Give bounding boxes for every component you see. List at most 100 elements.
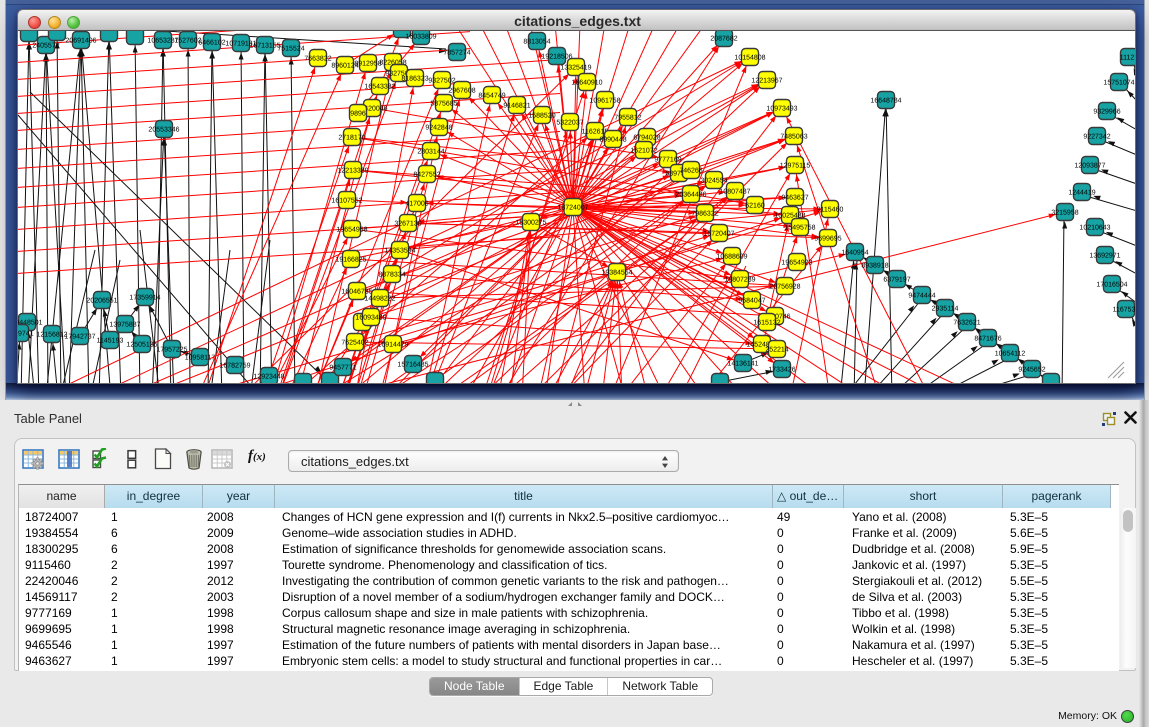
svg-text:2087682: 2087682 — [710, 36, 737, 43]
svg-text:16713155: 16713155 — [249, 43, 280, 50]
svg-text:10654112: 10654112 — [995, 350, 1026, 357]
svg-text:10688609: 10688609 — [716, 253, 747, 260]
svg-text:2718170: 2718170 — [338, 134, 365, 141]
svg-text:13692971: 13692971 — [1089, 252, 1120, 259]
svg-text:12156812: 12156812 — [36, 331, 67, 338]
svg-text:16093489: 16093489 — [355, 314, 386, 321]
svg-text:17957225: 17957225 — [156, 346, 187, 353]
svg-text:746266: 746266 — [679, 167, 702, 174]
svg-text:9699695: 9699695 — [814, 235, 841, 242]
svg-text:8938918: 8938918 — [861, 262, 888, 269]
svg-text:8427552: 8427552 — [413, 171, 440, 178]
svg-text:6794028: 6794028 — [633, 134, 660, 141]
svg-text:12923448: 12923448 — [253, 373, 284, 380]
svg-text:9227342: 9227342 — [1083, 133, 1110, 140]
svg-text:15495758: 15495758 — [784, 224, 815, 231]
svg-text:1733426: 1733426 — [768, 366, 795, 373]
svg-text:10958117: 10958117 — [185, 354, 216, 361]
svg-text:16640910: 16640910 — [571, 80, 602, 87]
svg-text:16033809: 16033809 — [405, 34, 436, 41]
svg-text:19654923: 19654923 — [781, 259, 812, 266]
svg-text:252214: 252214 — [765, 346, 788, 353]
svg-text:17942737: 17942737 — [64, 333, 95, 340]
svg-text:10807487: 10807487 — [719, 188, 750, 195]
svg-text:1167534: 1167534 — [1113, 306, 1135, 313]
svg-text:7625402: 7625402 — [341, 339, 368, 346]
svg-text:7632621: 7632621 — [953, 319, 980, 326]
svg-text:9896: 9896 — [350, 111, 366, 118]
svg-text:20691406: 20691406 — [65, 38, 96, 45]
svg-text:2405572: 2405572 — [32, 43, 59, 50]
svg-text:9684047: 9684047 — [738, 297, 765, 304]
svg-text:9327502: 9327502 — [428, 78, 455, 85]
svg-text:16782759: 16782759 — [219, 362, 250, 369]
svg-text:9115460: 9115460 — [817, 206, 844, 213]
svg-text:15720407: 15720407 — [703, 230, 734, 237]
svg-text:7515524: 7515524 — [277, 46, 304, 53]
svg-text:15751074: 15751074 — [1103, 80, 1134, 87]
svg-text:8454749: 8454749 — [478, 93, 505, 100]
svg-text:10961758: 10961758 — [589, 98, 620, 105]
svg-text:9242848: 9242848 — [425, 124, 452, 131]
svg-text:12213389: 12213389 — [337, 167, 368, 174]
svg-text:16648784: 16648784 — [870, 98, 901, 105]
svg-text:3215958: 3215958 — [1051, 209, 1078, 216]
svg-text:20206551: 20206551 — [86, 297, 117, 304]
svg-text:12975115: 12975115 — [780, 162, 811, 169]
svg-text:1615132: 1615132 — [753, 319, 780, 326]
svg-text:1244419: 1244419 — [1068, 189, 1095, 196]
svg-text:3919741: 3919741 — [18, 330, 34, 337]
svg-text:5322037: 5322037 — [556, 120, 583, 127]
svg-text:10154808: 10154808 — [734, 55, 765, 62]
svg-text:8912958: 8912958 — [354, 61, 381, 68]
svg-text:10973493: 10973493 — [766, 106, 797, 113]
svg-text:12213967: 12213967 — [751, 78, 782, 85]
svg-text:7485063: 7485063 — [780, 133, 807, 140]
svg-text:1145193: 1145193 — [97, 337, 124, 344]
svg-text:7986322: 7986322 — [691, 210, 718, 217]
svg-text:17016504: 17016504 — [1096, 281, 1127, 288]
svg-text:2935114: 2935114 — [932, 305, 959, 312]
svg-text:19384554: 19384554 — [601, 269, 632, 276]
svg-text:9463627: 9463627 — [781, 194, 808, 201]
svg-text:3267130: 3267130 — [394, 220, 421, 227]
svg-text:1640954: 1640954 — [841, 249, 868, 256]
svg-text:18807289: 18807289 — [724, 276, 755, 283]
svg-text:1588520: 1588520 — [528, 113, 555, 120]
svg-text:9474444: 9474444 — [908, 292, 935, 299]
svg-text:2967608: 2967608 — [448, 88, 475, 95]
svg-text:7857274: 7857274 — [443, 50, 470, 57]
svg-text:16107552: 16107552 — [331, 197, 362, 204]
svg-text:3024554: 3024554 — [700, 177, 727, 184]
svg-text:9329966: 9329966 — [1093, 109, 1120, 116]
svg-text:9245652: 9245652 — [1018, 366, 1045, 373]
svg-text:15716485: 15716485 — [397, 361, 428, 368]
svg-text:20553346: 20553346 — [148, 126, 179, 133]
svg-text:10210643: 10210643 — [1079, 224, 1110, 231]
svg-text:19654958: 19654958 — [336, 226, 367, 233]
svg-text:7663822: 7663822 — [304, 56, 331, 63]
svg-text:9146821: 9146821 — [503, 103, 530, 110]
svg-text:417006: 417006 — [405, 200, 428, 207]
svg-text:8878334: 8878334 — [378, 271, 405, 278]
svg-text:7955812: 7955812 — [614, 115, 641, 122]
svg-text:8813054: 8813054 — [523, 39, 550, 46]
svg-text:18724007: 18724007 — [557, 204, 588, 211]
svg-text:6466102: 6466102 — [198, 40, 225, 47]
svg-text:8471676: 8471676 — [974, 335, 1001, 342]
svg-text:9777169: 9777169 — [654, 156, 681, 163]
svg-text:11127: 11127 — [1120, 55, 1135, 62]
svg-text:62160: 62160 — [745, 202, 765, 209]
svg-text:20756928: 20756928 — [769, 283, 800, 290]
svg-text:9457771: 9457771 — [329, 364, 356, 371]
svg-text:14498222: 14498222 — [364, 295, 395, 302]
svg-text:20364486: 20364486 — [675, 191, 706, 198]
svg-text:12093877: 12093877 — [1074, 162, 1105, 169]
svg-text:16046785: 16046785 — [341, 288, 372, 295]
svg-text:6379197: 6379197 — [883, 276, 910, 283]
svg-text:8186323: 8186323 — [401, 76, 428, 83]
svg-text:13325419: 13325419 — [560, 65, 591, 72]
svg-text:12505135: 12505135 — [126, 341, 157, 348]
svg-text:1621072: 1621072 — [630, 147, 657, 154]
svg-text:13975887: 13975887 — [109, 321, 140, 328]
